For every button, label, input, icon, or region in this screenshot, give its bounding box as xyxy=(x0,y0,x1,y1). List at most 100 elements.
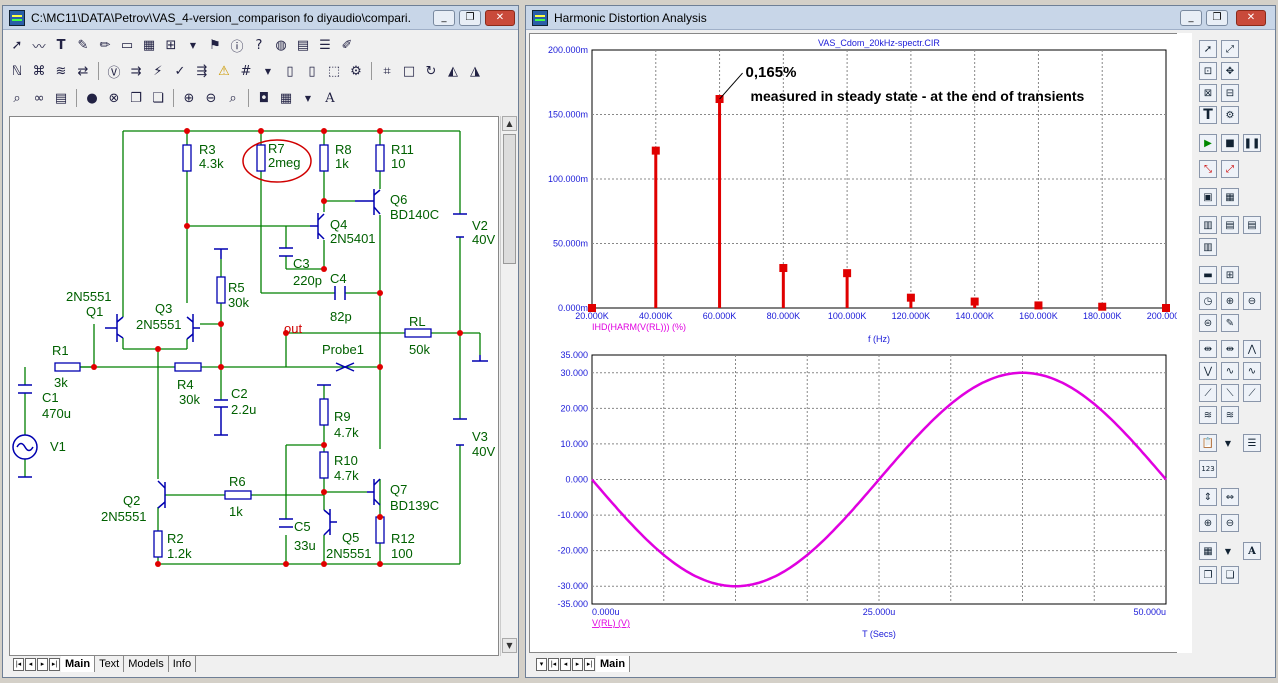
paste-icon[interactable]: ❏ xyxy=(148,88,168,108)
sidebar-text-icon[interactable]: T xyxy=(1199,106,1217,124)
sidebar-circle-icon[interactable]: ⊜ xyxy=(1199,314,1217,332)
check-icon[interactable]: ✓ xyxy=(170,61,190,81)
sidebar-clock-icon[interactable]: ◷ xyxy=(1199,292,1217,310)
tab-main[interactable]: Main xyxy=(61,656,96,672)
properties-icon[interactable]: ⚙ xyxy=(346,61,366,81)
binoculars-icon[interactable]: ∞ xyxy=(29,88,49,108)
dropdown2-icon[interactable]: ▼ xyxy=(258,61,278,81)
copy-icon[interactable]: ❐ xyxy=(126,88,146,108)
select-arrow-icon[interactable]: ➚ xyxy=(7,35,27,55)
sidebar-tag-icon[interactable]: ⤡ xyxy=(1199,160,1217,178)
scroll-up-icon[interactable]: ▲ xyxy=(502,116,517,131)
sidebar-valley-icon[interactable]: ⋁ xyxy=(1199,362,1217,380)
sidebar-cursor2-icon[interactable]: ⇹ xyxy=(1221,340,1239,358)
sidebar-tag2-icon[interactable]: ⤢ xyxy=(1221,160,1239,178)
sidebar-zoom-in-icon[interactable]: ⊕ xyxy=(1221,292,1239,310)
sidebar-table3-icon[interactable]: ▤ xyxy=(1243,216,1261,234)
arrows-icon[interactable]: ⇉ xyxy=(126,61,146,81)
sidebar-select-icon[interactable]: ➚ xyxy=(1199,40,1217,58)
scroll-thumb[interactable] xyxy=(503,134,516,264)
sidebar-peak-icon[interactable]: ⋀ xyxy=(1243,340,1261,358)
node-numbers-icon[interactable]: ℕ xyxy=(7,61,27,81)
sidebar-table-icon[interactable]: ▥ xyxy=(1199,216,1217,234)
page2-icon[interactable]: ▯ xyxy=(302,61,322,81)
dropdown3-icon[interactable]: ▼ xyxy=(298,88,318,108)
component-icon[interactable]: ▭ xyxy=(117,35,137,55)
sidebar-properties-icon[interactable]: ⚙ xyxy=(1221,106,1239,124)
select-box-icon[interactable]: ⬚ xyxy=(324,61,344,81)
analysis-prev-icon[interactable]: ◂ xyxy=(560,657,571,671)
sidebar-scale-icon[interactable]: ⤢ xyxy=(1221,40,1239,58)
bolt-icon[interactable]: ⚡ xyxy=(148,61,168,81)
analysis-minimize-button[interactable]: _ xyxy=(1180,10,1202,26)
analysis-tab-main[interactable]: Main xyxy=(596,656,631,672)
cancel-icon[interactable]: ⊗ xyxy=(104,88,124,108)
sidebar-zoom-region-icon[interactable]: ⊡ xyxy=(1199,62,1217,80)
dropdown-icon[interactable]: ▼ xyxy=(183,35,203,55)
sidebar-list-icon[interactable]: ☰ xyxy=(1243,434,1261,452)
sidebar-font-icon[interactable]: A xyxy=(1243,542,1261,560)
layout-icon[interactable]: ▦ xyxy=(276,88,296,108)
sidebar-lines2-icon[interactable]: ≋ xyxy=(1221,406,1239,424)
sidebar-slope-icon[interactable]: ⟋ xyxy=(1199,384,1217,402)
next-page-icon[interactable]: ▸ xyxy=(37,657,48,671)
voltage-icon[interactable]: Ⓥ xyxy=(104,61,124,81)
sidebar-copy-icon[interactable]: ❐ xyxy=(1199,566,1217,584)
sidebar-auto-scale-icon[interactable]: ⊟ xyxy=(1221,84,1239,102)
close-button[interactable]: ✕ xyxy=(485,10,515,26)
tab-models[interactable]: Models xyxy=(124,656,169,672)
analysis-titlebar[interactable]: Harmonic Distortion Analysis _ ❐ ✕ xyxy=(526,6,1275,30)
sidebar-frame-icon[interactable]: ▣ xyxy=(1199,188,1217,206)
library-icon[interactable]: ▦ xyxy=(139,35,159,55)
document-icon[interactable]: ▤ xyxy=(51,88,71,108)
analysis-first-icon[interactable]: |◂ xyxy=(548,657,559,671)
zoom-in-icon[interactable]: ⊕ xyxy=(179,88,199,108)
sidebar-edit-icon[interactable]: ✎ xyxy=(1221,314,1239,332)
sidebar-fit-icon[interactable]: ⊠ xyxy=(1199,84,1217,102)
sidebar-slope2-icon[interactable]: ⟍ xyxy=(1221,384,1239,402)
minimize-button[interactable]: _ xyxy=(433,10,455,26)
draw-icon[interactable]: ✎ xyxy=(73,35,93,55)
chart-icon[interactable]: ▤ xyxy=(293,35,313,55)
globe-icon[interactable]: ◍ xyxy=(271,35,291,55)
sidebar-run-icon[interactable]: ▶ xyxy=(1199,134,1217,152)
help-icon[interactable]: ? xyxy=(249,35,269,55)
prev-page-icon[interactable]: ◂ xyxy=(25,657,36,671)
scroll-down-icon[interactable]: ▼ xyxy=(502,638,517,653)
sidebar-dropdown2-icon[interactable]: ▼ xyxy=(1219,542,1237,560)
plot-area[interactable]: VAS_Cdom_20kHz-spectr.CIR 0.000m 50.000m 10… xyxy=(529,33,1191,653)
flag-icon[interactable]: ⚑ xyxy=(205,35,225,55)
grid-icon[interactable]: # xyxy=(236,61,256,81)
sidebar-pause-icon[interactable]: ❚❚ xyxy=(1243,134,1261,152)
sidebar-pan-icon[interactable]: ✥ xyxy=(1221,62,1239,80)
sidebar-zoomin-icon[interactable]: ⊕ xyxy=(1199,514,1217,532)
analysis-close-button[interactable]: ✕ xyxy=(1236,10,1266,26)
flip-icon[interactable]: ◮ xyxy=(465,61,485,81)
tab-info[interactable]: Info xyxy=(169,656,197,672)
restore-button[interactable]: ❐ xyxy=(459,10,481,26)
sidebar-scale-x-icon[interactable]: ⇔ xyxy=(1221,488,1239,506)
sidebar-grid-icon[interactable]: ⊞ xyxy=(1221,266,1239,284)
zoom-out-icon[interactable]: ⊖ xyxy=(201,88,221,108)
current-icon[interactable]: ⇄ xyxy=(73,61,93,81)
zoom-fit-icon[interactable]: ⌕ xyxy=(223,88,243,108)
analysis-restore-button[interactable]: ❐ xyxy=(1206,10,1228,26)
sidebar-slope3-icon[interactable]: ⟋ xyxy=(1243,384,1261,402)
rotate-icon[interactable]: ↻ xyxy=(421,61,441,81)
nets-icon[interactable]: ≋ xyxy=(51,61,71,81)
list-icon[interactable]: ☰ xyxy=(315,35,335,55)
grid-menu-icon[interactable]: ⊞ xyxy=(161,35,181,55)
pencil-icon[interactable]: ✏ xyxy=(95,35,115,55)
sidebar-numbers-icon[interactable]: 123 xyxy=(1199,460,1217,478)
sidebar-zoom-out-icon[interactable]: ⊖ xyxy=(1243,292,1261,310)
find-icon[interactable]: ⌕ xyxy=(7,88,27,108)
first-page-icon[interactable]: |◂ xyxy=(13,657,24,671)
sidebar-stop-icon[interactable]: ■ xyxy=(1221,134,1239,152)
sidebar-dropdown-icon[interactable]: ▼ xyxy=(1219,434,1237,452)
mirror-icon[interactable]: ◭ xyxy=(443,61,463,81)
box-icon[interactable]: □ xyxy=(399,61,419,81)
schematic-canvas[interactable]: R3 4.3k R7 2meg R8 1k R11 10 Q6 BD140C Q… xyxy=(9,116,499,656)
wire-icon[interactable]: 〰 xyxy=(29,35,49,55)
info-icon[interactable]: ⓘ xyxy=(227,35,247,55)
stop-icon[interactable]: ● xyxy=(82,88,102,108)
